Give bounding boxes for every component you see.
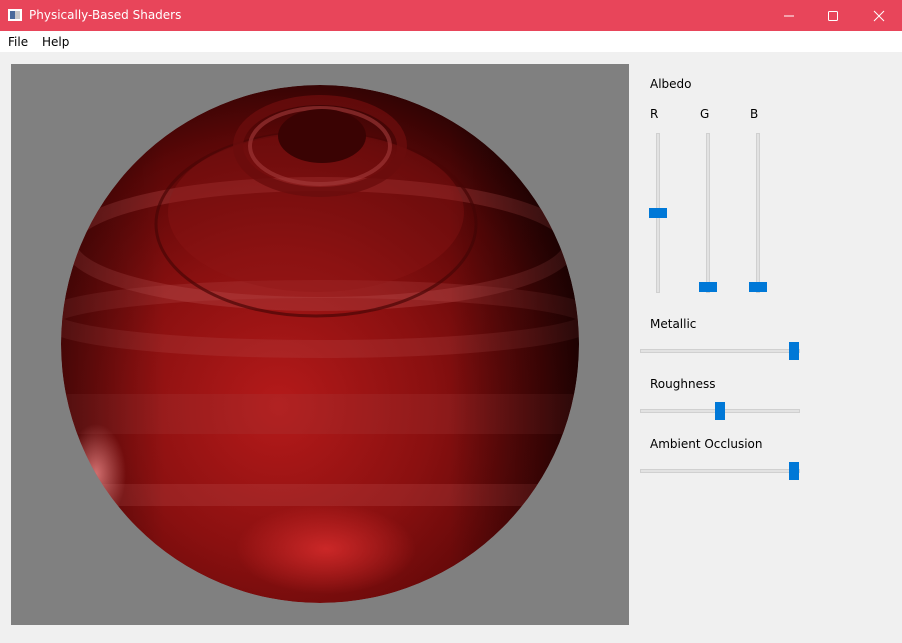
albedo-g-label: G — [700, 107, 710, 121]
menu-help[interactable]: Help — [42, 35, 69, 49]
roughness-label: Roughness — [650, 377, 716, 391]
render-viewport[interactable] — [11, 64, 629, 625]
menu-file[interactable]: File — [8, 35, 28, 49]
window-title: Physically-Based Shaders — [29, 8, 182, 22]
roughness-slider-thumb[interactable] — [715, 402, 725, 420]
albedo-r-slider-thumb[interactable] — [649, 208, 667, 218]
metallic-slider-track[interactable] — [640, 349, 800, 353]
close-button[interactable] — [856, 0, 902, 31]
sphere-render — [61, 85, 579, 603]
app-icon — [8, 9, 22, 21]
albedo-g-slider-track[interactable] — [706, 133, 710, 293]
albedo-label: Albedo — [650, 77, 692, 91]
ambient-occlusion-slider-track[interactable] — [640, 469, 800, 473]
minimize-icon — [784, 15, 794, 16]
ambient-occlusion-label: Ambient Occlusion — [650, 437, 763, 451]
title-bar: Physically-Based Shaders — [0, 0, 902, 31]
metallic-label: Metallic — [650, 317, 697, 331]
menu-bar: File Help — [0, 31, 902, 52]
maximize-icon — [828, 10, 838, 21]
albedo-g-slider-thumb[interactable] — [699, 282, 717, 292]
albedo-b-slider-thumb[interactable] — [749, 282, 767, 292]
albedo-r-label: R — [650, 107, 659, 121]
close-icon — [873, 10, 885, 21]
albedo-b-label: B — [750, 107, 759, 121]
metallic-slider-thumb[interactable] — [789, 342, 799, 360]
minimize-button[interactable] — [766, 0, 812, 31]
maximize-button[interactable] — [810, 0, 856, 31]
albedo-b-slider-track[interactable] — [756, 133, 760, 293]
ambient-occlusion-slider-thumb[interactable] — [789, 462, 799, 480]
